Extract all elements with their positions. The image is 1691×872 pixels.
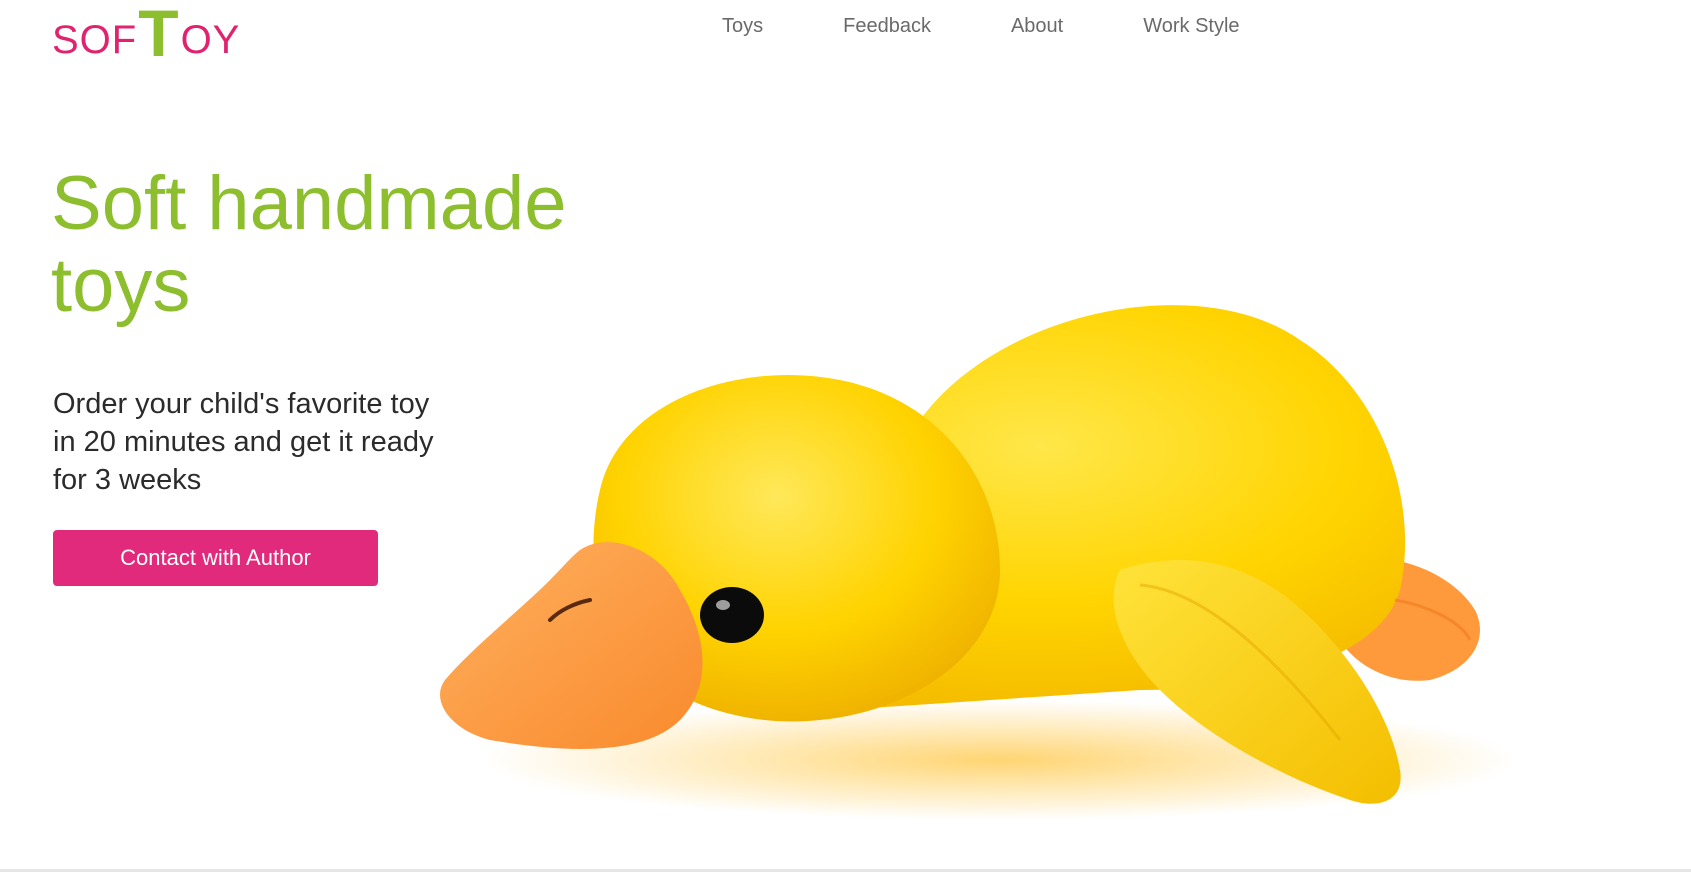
logo-text-part1: SOF [52, 18, 138, 62]
hero-subtitle-line-1: Order your child's favorite toy [53, 388, 430, 420]
hero-subtitle: Order your child's favorite toy in 20 mi… [53, 385, 493, 499]
nav-link-work-style[interactable]: Work Style [1143, 13, 1239, 39]
hero-title-line-1: Soft handmade [51, 161, 567, 246]
nav-link-feedback[interactable]: Feedback [843, 13, 931, 39]
duck-illustration [440, 305, 1520, 820]
hero-title-line-2: toys [51, 243, 191, 328]
landing-page: SOF T OY Toys Feedback About Work Style So… [0, 0, 1691, 872]
softoy-logo[interactable]: SOF T OY [52, 0, 262, 70]
yellow-plush-duck-image [440, 270, 1640, 870]
main-navigation: Toys Feedback About Work Style [722, 13, 1240, 39]
logo-text-part2: OY [180, 18, 241, 62]
contact-author-button[interactable]: Contact with Author [53, 530, 378, 586]
nav-link-toys[interactable]: Toys [722, 13, 763, 39]
hero-subtitle-line-2: in 20 minutes and get it ready [53, 426, 434, 458]
hero-subtitle-line-3: for 3 weeks [53, 464, 202, 496]
logo-text-big-t: T [138, 0, 180, 70]
nav-link-about[interactable]: About [1011, 13, 1063, 39]
